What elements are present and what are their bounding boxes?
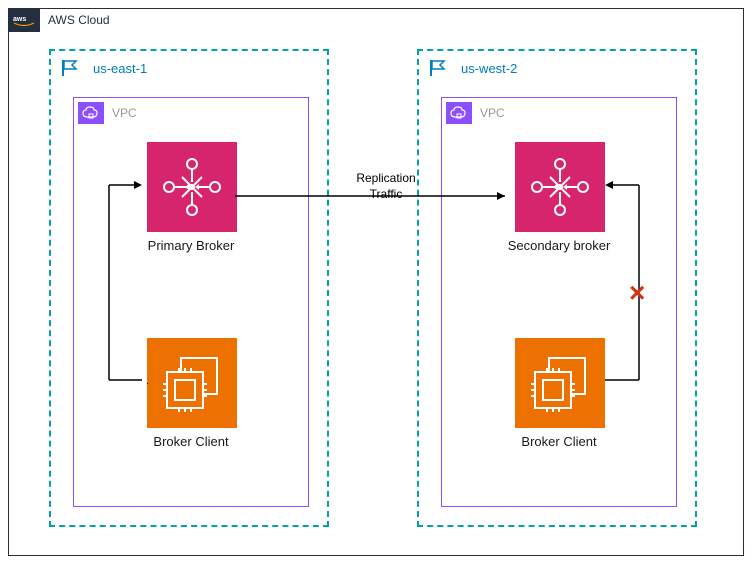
broker-icon bbox=[157, 152, 227, 222]
aws-cloud-container: aws AWS Cloud us-east-1 VPC bbox=[8, 8, 744, 556]
broker-client-label-east: Broker Client bbox=[74, 434, 308, 449]
region-label-east: us-east-1 bbox=[83, 61, 147, 76]
cloud-header: aws AWS Cloud bbox=[8, 8, 110, 32]
region-flag-icon bbox=[425, 57, 451, 79]
aws-logo-icon: aws bbox=[8, 8, 40, 32]
region-header-east: us-east-1 bbox=[57, 57, 147, 79]
vpc-cloud-icon bbox=[446, 102, 472, 124]
vpc-header-west: VPC bbox=[446, 102, 505, 124]
secondary-broker-label: Secondary broker bbox=[442, 238, 676, 253]
region-label-west: us-west-2 bbox=[451, 61, 517, 76]
svg-text:aws: aws bbox=[13, 16, 26, 23]
primary-broker-box bbox=[147, 142, 237, 232]
broker-client-box-west bbox=[515, 338, 605, 428]
vpc-header-east: VPC bbox=[78, 102, 137, 124]
vpc-label-west: VPC bbox=[472, 106, 505, 120]
vpc-label-east: VPC bbox=[104, 106, 137, 120]
client-icon bbox=[157, 348, 227, 418]
region-us-east-1: us-east-1 VPC bbox=[49, 49, 329, 527]
region-header-west: us-west-2 bbox=[425, 57, 517, 79]
vpc-container-east: VPC Primary Broker bbox=[73, 97, 309, 507]
broker-client-label-west: Broker Client bbox=[442, 434, 676, 449]
blocked-connection-icon: × bbox=[629, 277, 645, 309]
secondary-broker-box bbox=[515, 142, 605, 232]
client-icon bbox=[525, 348, 595, 418]
region-flag-icon bbox=[57, 57, 83, 79]
broker-icon bbox=[525, 152, 595, 222]
region-us-west-2: us-west-2 VPC bbox=[417, 49, 697, 527]
vpc-cloud-icon bbox=[78, 102, 104, 124]
replication-traffic-label: Replication Traffic bbox=[345, 171, 427, 202]
broker-client-box-east bbox=[147, 338, 237, 428]
cloud-label: AWS Cloud bbox=[40, 13, 110, 27]
primary-broker-label: Primary Broker bbox=[74, 238, 308, 253]
